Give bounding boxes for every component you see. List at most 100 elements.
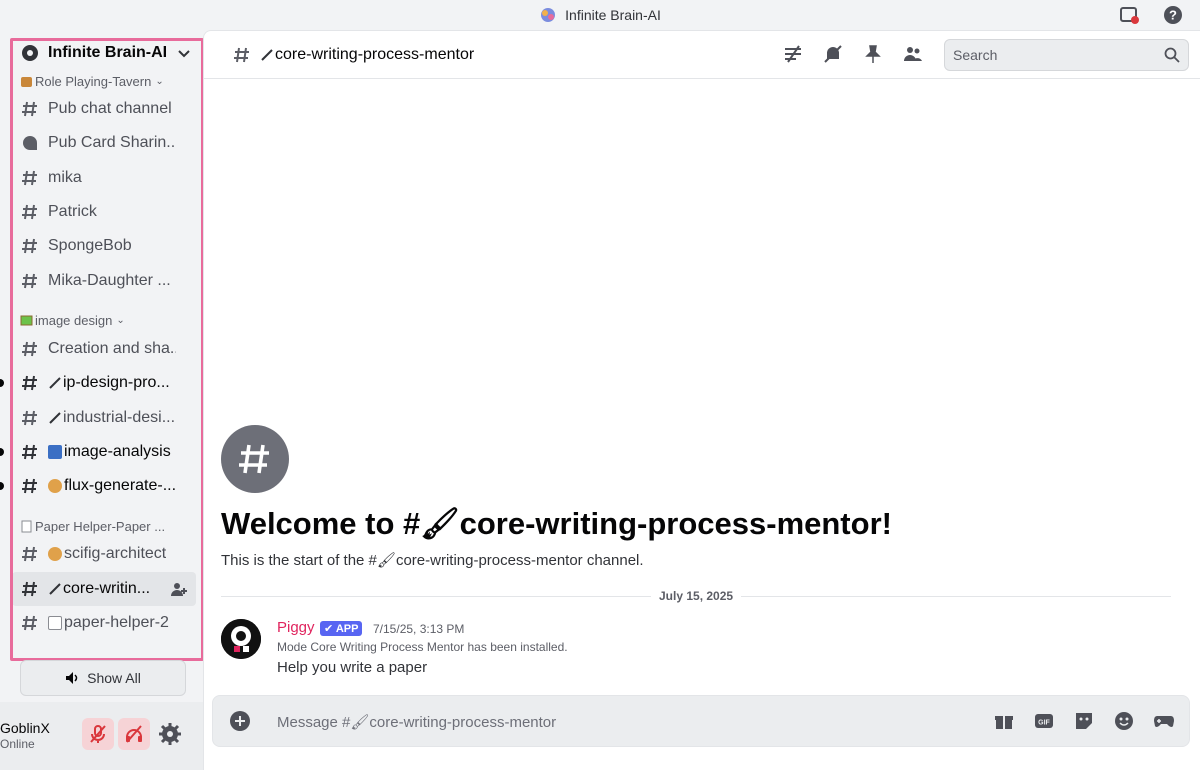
speaker-icon [66, 672, 78, 684]
hash-icon [22, 376, 37, 391]
threads-icon[interactable] [782, 43, 804, 65]
channel-header: core-writing-process-mentor [204, 31, 1200, 79]
hash-icon [22, 170, 37, 185]
channel-item-active[interactable]: core-writin... [12, 571, 196, 606]
category-image-design[interactable]: image design ⌄ [12, 310, 196, 332]
channel-item[interactable]: ip-design-pro... [0, 366, 196, 400]
hash-icon [22, 444, 37, 459]
welcome-subtitle: This is the start of the #🖌core-writing-… [221, 552, 644, 569]
channel-item[interactable]: Creation and sha... [12, 332, 196, 366]
server-name: Infinite Brain-AI [48, 44, 168, 61]
hash-icon [22, 341, 37, 357]
message-timestamp: 7/15/25, 3:13 PM [373, 622, 465, 636]
hash-icon [22, 273, 37, 288]
category-role-playing-tavern[interactable]: Role Playing-Tavern ⌄ [12, 70, 196, 92]
picture-emoji-icon [20, 314, 33, 327]
server-settings-icon [22, 45, 38, 61]
svg-text:GIF: GIF [1038, 720, 1050, 727]
server-header[interactable]: Infinite Brain-AI [12, 38, 196, 68]
sticker-icon[interactable] [1073, 710, 1095, 732]
add-attachment-icon[interactable] [229, 710, 251, 732]
user-status: Online [0, 737, 35, 751]
main-chat-area: core-writing-process-mentor Welcome to #… [203, 30, 1200, 770]
hash-icon [22, 547, 37, 562]
tavern-emoji-icon [20, 75, 33, 88]
channel-item[interactable]: industrial-desi... [12, 400, 196, 434]
show-all-button[interactable]: Show All [20, 660, 186, 696]
channel-item[interactable]: Patrick [12, 195, 196, 229]
avatar[interactable] [221, 619, 261, 659]
channel-item[interactable]: image-analysis [0, 435, 196, 469]
username[interactable]: GoblinX [0, 720, 50, 736]
search-box[interactable] [944, 39, 1189, 71]
hash-icon [22, 101, 37, 117]
channel-item[interactable]: SpongeBob [12, 229, 196, 263]
mute-microphone-button[interactable] [82, 718, 114, 750]
unread-indicator [0, 379, 4, 388]
activities-gamepad-icon[interactable] [1153, 710, 1175, 732]
deafen-button[interactable] [118, 718, 150, 750]
pen-emoji-icon [49, 411, 61, 424]
hash-icon [22, 239, 37, 254]
channel-item[interactable]: Pub chat channel [12, 92, 196, 126]
svg-text:?: ? [1169, 8, 1177, 23]
emoji-icon[interactable] [1113, 710, 1135, 732]
channel-sidebar: Infinite Brain-AI Role Playing-Tavern ⌄ … [0, 30, 204, 770]
category-paper-helper[interactable]: Paper Helper-Paper ... [12, 515, 196, 537]
search-icon [1164, 47, 1180, 63]
hash-icon [22, 615, 37, 631]
channel-item[interactable]: scifig-architect [12, 537, 196, 571]
forum-icon [23, 136, 37, 151]
date-label: July 15, 2025 [651, 589, 742, 603]
message-content: Help you write a paper [277, 659, 428, 676]
message-composer: GIF [212, 695, 1190, 747]
unread-indicator [0, 481, 4, 490]
unread-indicator [0, 447, 4, 456]
channel-welcome-hash-icon [221, 425, 289, 493]
hash-icon [234, 47, 249, 62]
chevron-down-icon: ⌄ [116, 315, 125, 327]
chevron-down-icon: ⌄ [155, 75, 164, 87]
channel-list: Role Playing-Tavern ⌄ Pub chat channel P… [0, 70, 196, 640]
microphone-muted-icon [90, 725, 106, 743]
date-divider: July 15, 2025 [221, 589, 1171, 603]
gift-icon[interactable] [993, 710, 1015, 732]
message-system-line: Mode Core Writing Process Mentor has bee… [277, 640, 568, 654]
channel-item[interactable]: paper-helper-2 [12, 606, 196, 640]
message-item: Piggy ✔ APP 7/15/25, 3:13 PM Mode Core W… [221, 619, 1161, 683]
channel-item[interactable]: mika [12, 161, 196, 195]
user-panel: GoblinX Online [0, 702, 203, 770]
palette-emoji-icon [48, 479, 62, 494]
hash-icon [22, 581, 37, 596]
channel-item[interactable]: Pub Card Sharin... [12, 126, 196, 160]
message-author[interactable]: Piggy [277, 619, 315, 636]
app-badge: ✔ APP [320, 621, 363, 636]
headphones-muted-icon [126, 725, 142, 743]
message-input[interactable] [277, 708, 977, 736]
gif-icon[interactable]: GIF [1033, 710, 1055, 732]
pen-emoji-icon [49, 377, 61, 389]
chevron-down-icon [178, 50, 190, 58]
inbox-icon[interactable] [1118, 4, 1140, 26]
hash-icon [22, 410, 37, 425]
invite-user-icon[interactable] [170, 580, 188, 598]
hash-icon [22, 204, 37, 220]
document-emoji-icon [48, 616, 62, 630]
pen-emoji-icon [49, 582, 61, 595]
hash-icon [22, 478, 37, 494]
search-input[interactable] [953, 47, 1153, 63]
channel-name: core-writing-process-mentor [275, 45, 475, 63]
spool-emoji-icon [48, 444, 62, 459]
help-icon[interactable]: ? [1162, 4, 1184, 26]
notifications-muted-icon[interactable] [822, 43, 844, 65]
palette-emoji-icon [48, 547, 62, 562]
window-title: Infinite Brain-AI [565, 7, 661, 23]
channel-item[interactable]: flux-generate-... [0, 469, 196, 503]
member-list-icon[interactable] [902, 43, 924, 65]
pin-icon[interactable] [862, 43, 884, 65]
welcome-heading: Welcome to #🖌core-writing-process-mentor… [221, 506, 892, 541]
app-logo-icon [541, 8, 556, 22]
user-settings-gear-icon[interactable] [158, 722, 182, 746]
pen-emoji-icon [261, 48, 273, 61]
channel-item[interactable]: Mika-Daughter ... [12, 263, 196, 297]
